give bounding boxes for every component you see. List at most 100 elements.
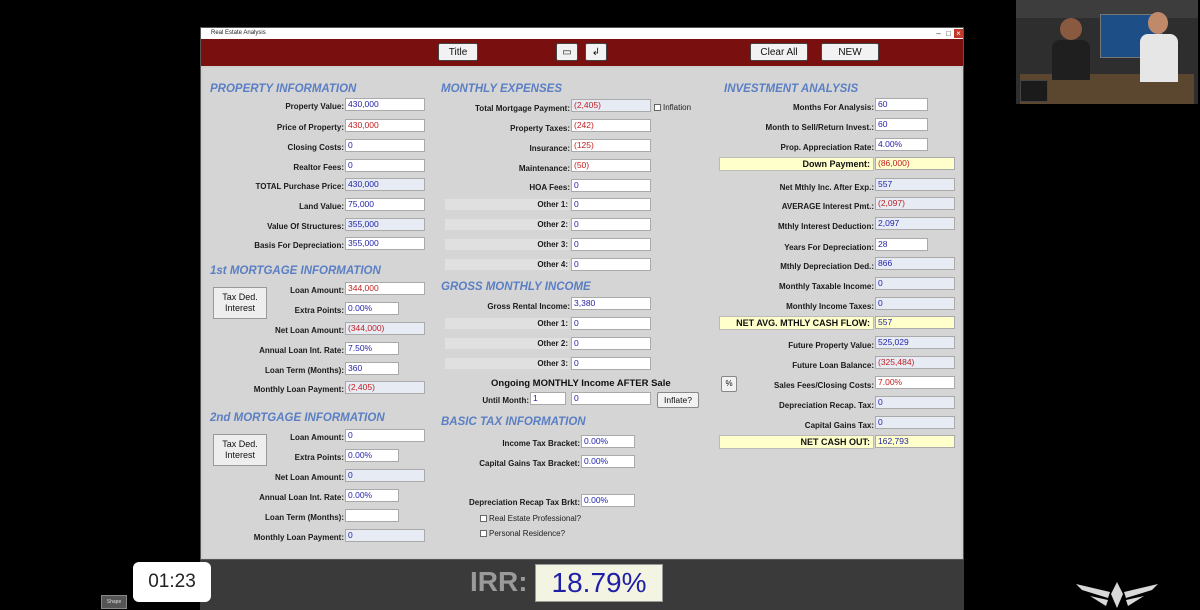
until-month-label: Until Month: xyxy=(482,396,529,405)
month-sell-label: Month to Sell/Return Invest.: xyxy=(765,123,874,132)
price-field[interactable]: 430,000 xyxy=(345,119,425,132)
insurance-field[interactable]: (125) xyxy=(571,139,651,152)
income-taxes-label: Monthly Income Taxes: xyxy=(786,302,874,311)
clear-all-button[interactable]: Clear All xyxy=(750,43,808,61)
avg-interest-label: AVERAGE Interest Pmt.: xyxy=(781,202,874,211)
income-other2-label: Other 2: xyxy=(537,339,568,348)
closing-costs-label: Closing Costs: xyxy=(287,143,344,152)
recap-tax-field: 0 xyxy=(875,396,955,409)
income-other3-field[interactable]: 0 xyxy=(571,357,651,370)
avg-interest-field: (2,097) xyxy=(875,197,955,210)
closing-costs-field[interactable]: 0 xyxy=(345,139,425,152)
maximize-icon[interactable]: □ xyxy=(944,29,953,38)
rental-income-field[interactable]: 3,380 xyxy=(571,297,651,310)
webcam-overlay xyxy=(1016,0,1198,104)
real-estate-professional-label: Real Estate Professional? xyxy=(489,514,582,523)
irr-panel: IRR: 18.79% xyxy=(200,560,964,610)
until-month-field[interactable]: 1 xyxy=(530,392,566,405)
mortgage2-rate-field[interactable]: 0.00% xyxy=(345,489,399,502)
mortgage2-term-field[interactable] xyxy=(345,509,399,522)
expense-other1-field[interactable]: 0 xyxy=(571,198,651,211)
total-mortgage-label: Total Mortgage Payment: xyxy=(475,104,570,113)
depreciation-years-field[interactable]: 28 xyxy=(875,238,928,251)
expense-other3-field[interactable]: 0 xyxy=(571,238,651,251)
total-price-label: TOTAL Purchase Price: xyxy=(255,182,344,191)
structures-field: 355,000 xyxy=(345,218,425,231)
income-other2-field[interactable]: 0 xyxy=(571,337,651,350)
minimize-icon[interactable]: – xyxy=(934,29,943,38)
real-estate-professional-checkbox[interactable]: Real Estate Professional? xyxy=(480,514,581,523)
close-icon[interactable]: × xyxy=(954,29,963,38)
recap-tax-label: Depreciation Recap. Tax: xyxy=(779,401,874,410)
mortgage1-loan-field[interactable]: 344,000 xyxy=(345,282,425,295)
capital-gains-bracket-label: Capital Gains Tax Bracket: xyxy=(479,459,580,468)
interest-deduction-label: Mthly Interest Deduction: xyxy=(777,222,874,231)
mortgage1-tax-ded-button[interactable]: Tax Ded. Interest xyxy=(213,287,267,319)
expense-other4-field[interactable]: 0 xyxy=(571,258,651,271)
mortgage2-term-label: Loan Term (Months): xyxy=(265,513,344,522)
property-taxes-field[interactable]: (242) xyxy=(571,119,651,132)
capital-gains-bracket-field[interactable]: 0.00% xyxy=(581,455,635,468)
mortgage1-points-label: Extra Points: xyxy=(294,306,344,315)
months-analysis-label: Months For Analysis: xyxy=(792,103,874,112)
inflate-button[interactable]: Inflate? xyxy=(657,392,699,408)
appreciation-field[interactable]: 4.00% xyxy=(875,138,928,151)
export-button[interactable]: ↲ xyxy=(585,43,607,61)
mortgage2-loan-field[interactable]: 0 xyxy=(345,429,425,442)
land-value-label: Land Value: xyxy=(299,202,344,211)
personal-residence-checkbox[interactable]: Personal Residence? xyxy=(480,529,565,538)
price-label: Price of Property: xyxy=(276,123,344,132)
mortgage1-term-field[interactable]: 360 xyxy=(345,362,399,375)
realtor-fees-field[interactable]: 0 xyxy=(345,159,425,172)
mortgage2-points-field[interactable]: 0.00% xyxy=(345,449,399,462)
future-value-label: Future Property Value: xyxy=(788,341,874,350)
mortgage2-tax-ded-button[interactable]: Tax Ded. Interest xyxy=(213,434,267,466)
depreciation-basis-label: Basis For Depreciation: xyxy=(254,241,344,250)
ongoing-income-field[interactable]: 0 xyxy=(571,392,651,405)
hoa-fees-field[interactable]: 0 xyxy=(571,179,651,192)
months-analysis-field[interactable]: 60 xyxy=(875,98,928,111)
title-button[interactable]: Title xyxy=(438,43,478,61)
total-mortgage-field: (2,405) xyxy=(571,99,651,112)
land-value-field[interactable]: 75,000 xyxy=(345,198,425,211)
appreciation-label: Prop. Appreciation Rate: xyxy=(780,143,875,152)
expense-other2-field[interactable]: 0 xyxy=(571,218,651,231)
net-monthly-income-field: 557 xyxy=(875,178,955,191)
investment-heading: INVESTMENT ANALYSIS xyxy=(724,83,859,95)
property-value-field[interactable]: 430,000 xyxy=(345,98,425,111)
mortgage2-payment-field: 0 xyxy=(345,529,425,542)
depreciation-basis-field[interactable]: 355,000 xyxy=(345,237,425,250)
expense-other3-label: Other 3: xyxy=(537,240,568,249)
mortgage1-rate-field[interactable]: 7.50% xyxy=(345,342,399,355)
structures-label: Value Of Structures: xyxy=(267,222,344,231)
presenter-left-body xyxy=(1052,40,1090,80)
cash-flow-field: 557 xyxy=(875,316,955,329)
sales-fees-field[interactable]: 7.00% xyxy=(875,376,955,389)
copy-button[interactable]: ▭ xyxy=(556,43,578,61)
property-value-label: Property Value: xyxy=(285,102,344,111)
month-sell-field[interactable]: 60 xyxy=(875,118,928,131)
income-tax-field[interactable]: 0.00% xyxy=(581,435,635,448)
maintenance-field[interactable]: (50) xyxy=(571,159,651,172)
depreciation-deduction-field: 866 xyxy=(875,257,955,270)
mortgage1-points-field[interactable]: 0.00% xyxy=(345,302,399,315)
inflation-checkbox[interactable]: Inflation xyxy=(654,103,691,112)
shape-button[interactable]: Shape xyxy=(101,595,127,609)
toolbar: Title ▭ ↲ Clear All NEW xyxy=(201,39,963,66)
personal-residence-label: Personal Residence? xyxy=(489,529,566,538)
income-other1-field[interactable]: 0 xyxy=(571,317,651,330)
income-heading: GROSS MONTHLY INCOME xyxy=(441,281,591,293)
income-tax-label: Income Tax Bracket: xyxy=(502,439,580,448)
window-title: Real Estate Analysis xyxy=(211,30,266,36)
recap-bracket-field[interactable]: 0.00% xyxy=(581,494,635,507)
mortgage2-net-field: 0 xyxy=(345,469,425,482)
percent-button[interactable]: % xyxy=(721,376,737,392)
depreciation-years-label: Years For Depreciation: xyxy=(784,243,874,252)
new-button[interactable]: NEW xyxy=(821,43,879,61)
rental-income-label: Gross Rental Income: xyxy=(487,302,570,311)
mortgage1-net-field: (344,000) xyxy=(345,322,425,335)
expenses-heading: MONTHLY EXPENSES xyxy=(441,83,562,95)
taxable-income-field: 0 xyxy=(875,277,955,290)
mortgage2-rate-label: Annual Loan Int. Rate: xyxy=(259,493,344,502)
income-other3-label: Other 3: xyxy=(537,359,568,368)
